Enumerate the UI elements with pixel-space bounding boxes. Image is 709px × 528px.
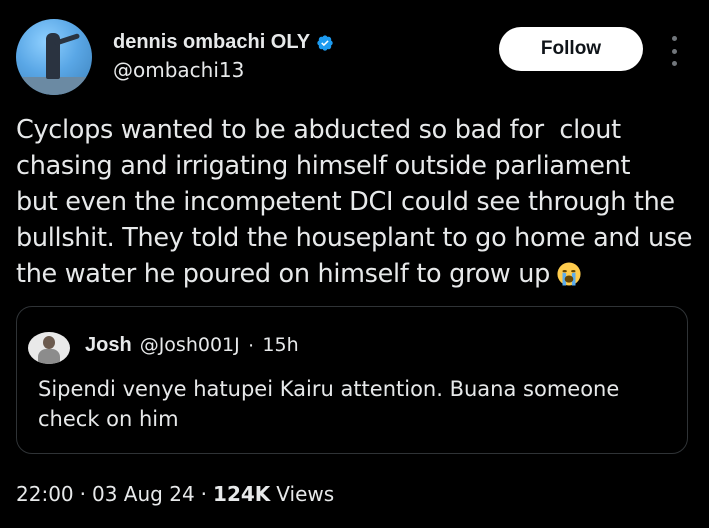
- quoted-author-avatar[interactable]: [28, 332, 70, 364]
- more-dot: [671, 48, 677, 54]
- views-label: Views: [276, 482, 335, 506]
- author-name-row: dennis ombachi OLY: [113, 31, 334, 54]
- follow-button[interactable]: Follow: [499, 27, 643, 71]
- more-dot: [671, 61, 677, 66]
- quoted-tweet-text: Sipendi venye hatupei Kairu attention. B…: [38, 377, 620, 431]
- tweet-text: Cyclops wanted to be abducted so bad for…: [16, 112, 696, 292]
- tweet-time[interactable]: 22:00: [16, 482, 74, 506]
- quoted-avatar-body: [38, 349, 60, 364]
- verified-badge-icon: [317, 34, 333, 51]
- avatar-ground: [16, 77, 92, 95]
- more-options-icon[interactable]: [664, 36, 684, 66]
- meta-separator: ·: [79, 482, 86, 506]
- quoted-avatar-head: [43, 336, 55, 349]
- quoted-author-name[interactable]: Josh: [85, 334, 132, 357]
- tweet-body: Cyclops wanted to be abducted so bad for…: [16, 115, 693, 289]
- tweet-date[interactable]: 03 Aug 24: [92, 482, 195, 506]
- loudly-crying-face-icon: [557, 262, 581, 286]
- quoted-timestamp[interactable]: 15h: [262, 334, 298, 356]
- meta-separator: ·: [200, 482, 208, 506]
- tweet-meta: 22:00 · 03 Aug 24 · 124K Views: [16, 482, 334, 506]
- author-handle[interactable]: @ombachi13: [113, 58, 244, 82]
- quoted-separator: ·: [247, 334, 255, 356]
- more-dot: [671, 36, 677, 41]
- quoted-author-handle[interactable]: @Josh001J: [140, 334, 240, 356]
- author-display-name[interactable]: dennis ombachi OLY: [113, 31, 310, 54]
- quoted-tweet-header: Josh @Josh001J · 15h: [85, 334, 299, 357]
- author-avatar[interactable]: [16, 19, 92, 95]
- views-count[interactable]: 124K: [213, 482, 270, 506]
